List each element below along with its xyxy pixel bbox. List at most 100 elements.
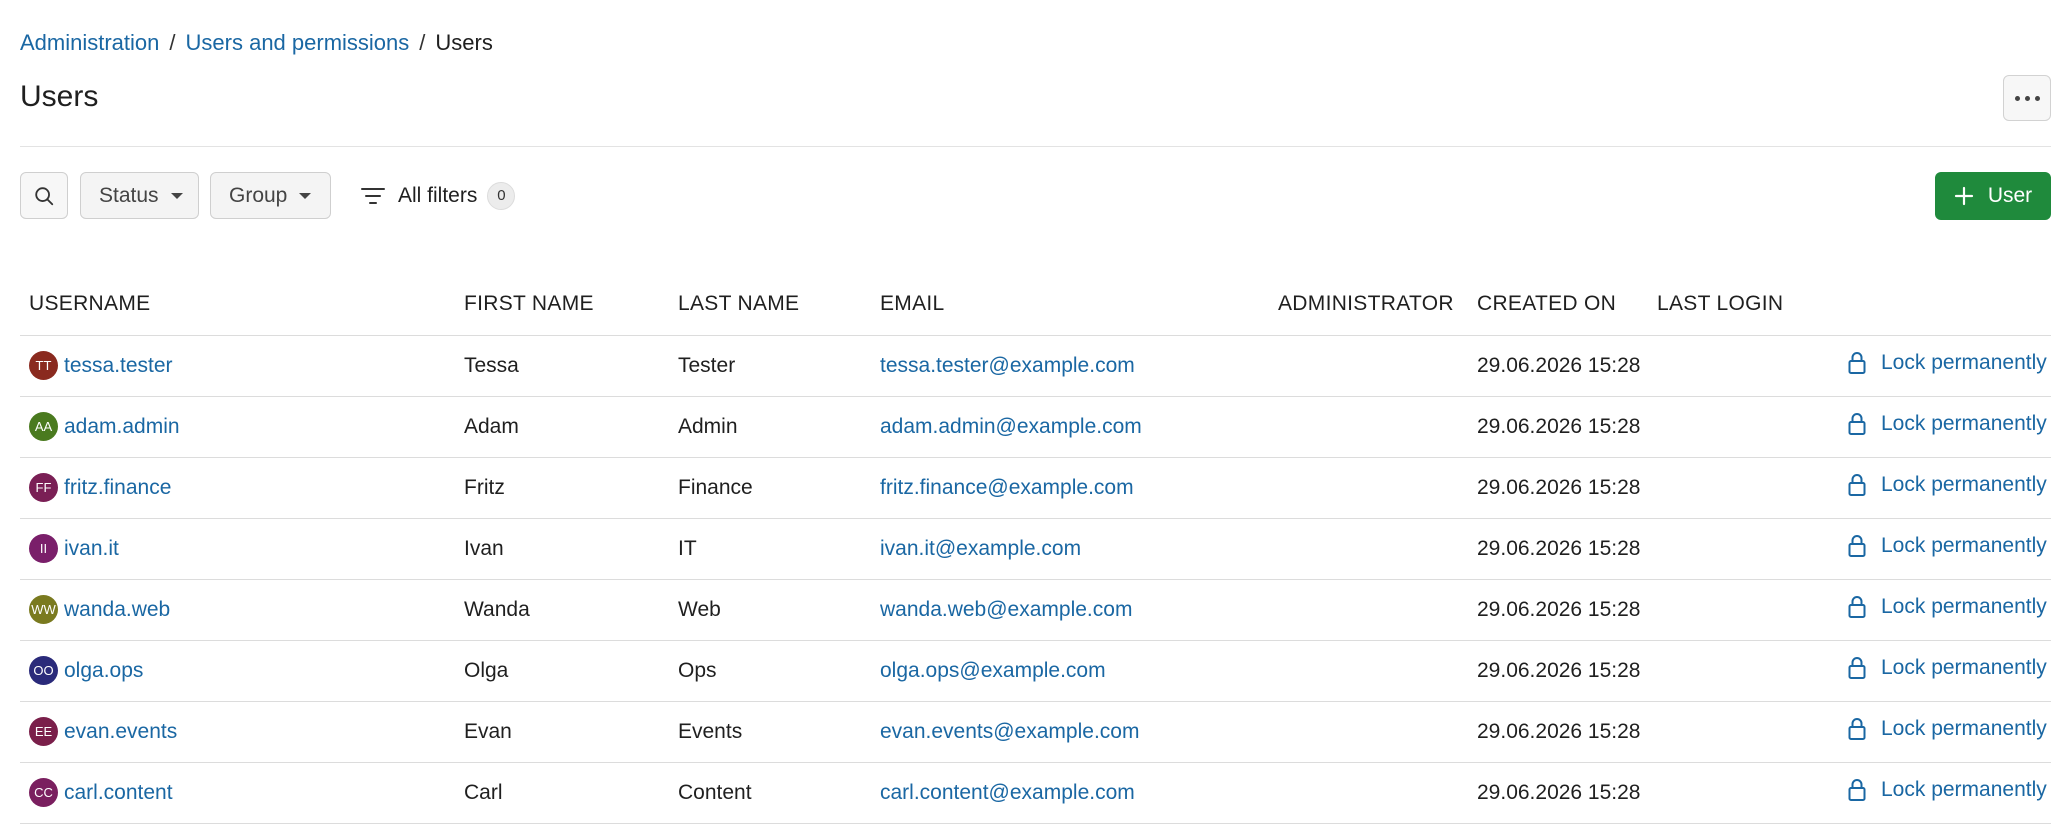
- username-cell: EE evan.events: [20, 701, 455, 763]
- status-filter-label: Status: [99, 183, 159, 207]
- created-on-cell: 29.06.2026 15:28: [1468, 518, 1648, 580]
- filter-icon: [360, 185, 386, 207]
- column-header-last-name[interactable]: LAST NAME: [669, 274, 871, 336]
- avatar: WW: [29, 595, 58, 624]
- email-link[interactable]: carl.content@example.com: [880, 781, 1135, 804]
- administrator-cell: [1269, 335, 1468, 397]
- actions-cell: Lock permanently: [1838, 701, 2051, 763]
- lock-permanently-button[interactable]: Lock permanently: [1847, 717, 2047, 741]
- created-on-cell: 29.06.2026 15:28: [1468, 701, 1648, 763]
- more-options-button[interactable]: [2003, 75, 2051, 121]
- table-header-row: USERNAME FIRST NAME LAST NAME EMAIL ADMI…: [20, 274, 2051, 336]
- table-row: FF fritz.finance Fritz Finance fritz.finance…: [20, 457, 2051, 519]
- lock-icon: [1847, 656, 1867, 680]
- last-login-cell: [1648, 701, 1838, 763]
- lock-permanently-button[interactable]: Lock permanently: [1847, 534, 2047, 558]
- username-cell: CC carl.content: [20, 762, 455, 824]
- lock-icon: [1847, 778, 1867, 802]
- actions-cell: Lock permanently: [1838, 518, 2051, 580]
- administrator-cell: [1269, 457, 1468, 519]
- first-name-cell: Carl: [455, 762, 669, 824]
- column-header-username[interactable]: USERNAME: [20, 274, 455, 336]
- breadcrumb-users-and-permissions[interactable]: Users and permissions: [186, 30, 410, 56]
- search-icon: [35, 186, 54, 205]
- created-on-cell: 29.06.2026 15:28: [1468, 457, 1648, 519]
- administrator-cell: [1269, 701, 1468, 763]
- created-on-cell: 29.06.2026 15:28: [1468, 762, 1648, 824]
- search-button[interactable]: [20, 172, 68, 219]
- administrator-cell: [1269, 518, 1468, 580]
- users-table-body: TT tessa.tester Tessa Tester tessa.tester@ex…: [20, 335, 2051, 824]
- breadcrumb-separator: /: [169, 30, 176, 55]
- username-link[interactable]: ivan.it: [64, 537, 119, 561]
- status-filter-dropdown[interactable]: Status: [80, 172, 199, 219]
- lock-icon: [1847, 473, 1867, 497]
- column-header-created-on[interactable]: CREATED ON: [1468, 274, 1648, 336]
- username-link[interactable]: evan.events: [64, 720, 177, 744]
- email-cell: carl.content@example.com: [871, 762, 1269, 824]
- username-link[interactable]: adam.admin: [64, 415, 180, 439]
- email-link[interactable]: tessa.tester@example.com: [880, 354, 1135, 377]
- lock-permanently-button[interactable]: Lock permanently: [1847, 656, 2047, 680]
- email-link[interactable]: wanda.web@example.com: [880, 598, 1132, 621]
- last-name-cell: Ops: [669, 640, 871, 702]
- lock-permanently-label: Lock permanently: [1881, 533, 2047, 557]
- email-link[interactable]: evan.events@example.com: [880, 720, 1139, 743]
- lock-permanently-label: Lock permanently: [1881, 777, 2047, 801]
- username-cell: TT tessa.tester: [20, 335, 455, 397]
- lock-permanently-label: Lock permanently: [1881, 350, 2047, 374]
- lock-permanently-button[interactable]: Lock permanently: [1847, 473, 2047, 497]
- breadcrumb-separator: /: [419, 30, 426, 55]
- email-cell: wanda.web@example.com: [871, 579, 1269, 641]
- table-row: EE evan.events Evan Events evan.events@examp…: [20, 701, 2051, 763]
- add-user-button[interactable]: User: [1935, 172, 2051, 220]
- column-header-first-name[interactable]: FIRST NAME: [455, 274, 669, 336]
- lock-icon: [1847, 595, 1867, 619]
- username-cell: OO olga.ops: [20, 640, 455, 702]
- email-cell: olga.ops@example.com: [871, 640, 1269, 702]
- first-name-cell: Tessa: [455, 335, 669, 397]
- email-link[interactable]: ivan.it@example.com: [880, 537, 1081, 560]
- page-title: Users: [20, 80, 99, 113]
- username-link[interactable]: carl.content: [64, 781, 173, 805]
- lock-permanently-label: Lock permanently: [1881, 594, 2047, 618]
- last-login-cell: [1648, 518, 1838, 580]
- username-link[interactable]: olga.ops: [64, 659, 143, 683]
- email-link[interactable]: adam.admin@example.com: [880, 415, 1142, 438]
- username-cell: WW wanda.web: [20, 579, 455, 641]
- username-cell: AA adam.admin: [20, 396, 455, 458]
- lock-permanently-button[interactable]: Lock permanently: [1847, 412, 2047, 436]
- avatar: AA: [29, 412, 58, 441]
- email-link[interactable]: fritz.finance@example.com: [880, 476, 1134, 499]
- email-cell: fritz.finance@example.com: [871, 457, 1269, 519]
- breadcrumb-administration[interactable]: Administration: [20, 30, 159, 56]
- lock-permanently-button[interactable]: Lock permanently: [1847, 778, 2047, 802]
- actions-cell: Lock permanently: [1838, 396, 2051, 458]
- column-header-email[interactable]: EMAIL: [871, 274, 1269, 336]
- avatar: EE: [29, 717, 58, 746]
- username-link[interactable]: fritz.finance: [64, 476, 171, 500]
- filter-count-badge: 0: [487, 181, 516, 210]
- first-name-cell: Olga: [455, 640, 669, 702]
- column-header-administrator[interactable]: ADMINISTRATOR: [1269, 274, 1468, 336]
- username-link[interactable]: wanda.web: [64, 598, 170, 622]
- column-header-actions: [1838, 274, 2051, 336]
- administrator-cell: [1269, 396, 1468, 458]
- email-link[interactable]: olga.ops@example.com: [880, 659, 1106, 682]
- administrator-cell: [1269, 640, 1468, 702]
- table-row: OO olga.ops Olga Ops olga.ops@example.com 29.…: [20, 640, 2051, 702]
- avatar: FF: [29, 473, 58, 502]
- actions-cell: Lock permanently: [1838, 640, 2051, 702]
- created-on-cell: 29.06.2026 15:28: [1468, 335, 1648, 397]
- lock-permanently-label: Lock permanently: [1881, 716, 2047, 740]
- last-name-cell: IT: [669, 518, 871, 580]
- username-link[interactable]: tessa.tester: [64, 354, 173, 378]
- actions-cell: Lock permanently: [1838, 335, 2051, 397]
- avatar: TT: [29, 351, 58, 380]
- lock-permanently-button[interactable]: Lock permanently: [1847, 595, 2047, 619]
- group-filter-dropdown[interactable]: Group: [210, 172, 331, 219]
- all-filters-button[interactable]: All filters 0: [360, 172, 516, 219]
- lock-permanently-button[interactable]: Lock permanently: [1847, 351, 2047, 375]
- column-header-last-login[interactable]: LAST LOGIN: [1648, 274, 1838, 336]
- email-cell: evan.events@example.com: [871, 701, 1269, 763]
